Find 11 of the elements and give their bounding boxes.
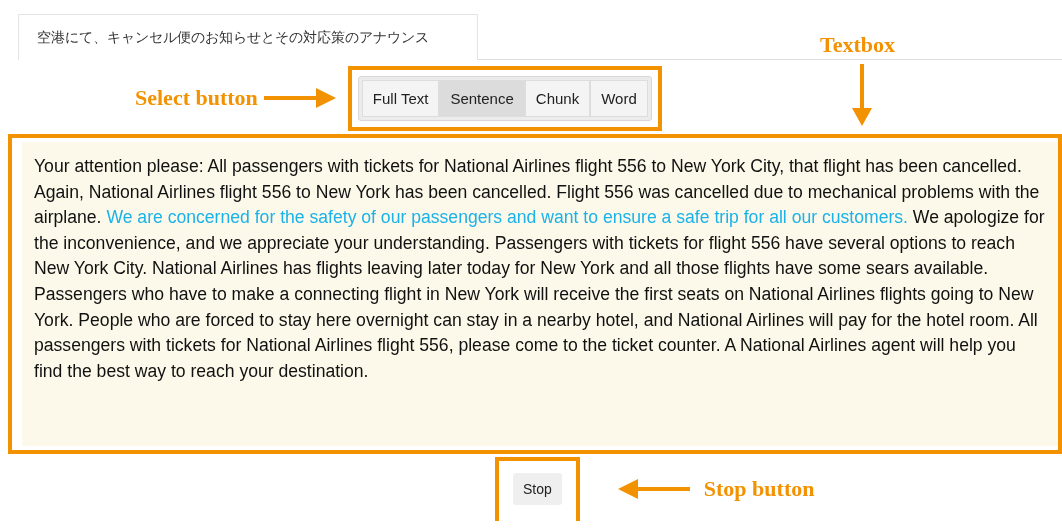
tab[interactable]: 空港にて、キャンセル便のお知らせとその対応策のアナウンス bbox=[18, 14, 478, 60]
annotation-label: Stop button bbox=[703, 476, 815, 502]
announcement-text: Your attention please: All passengers with tickets for National Airlines flight 556 to New York City, that flight has been cancelled. Again, National Airlines flight 556 to New York has been cancelled. Flight 556 was cancelled due to mechanical problems with the airplane. We are concerned for the safety of our passengers and want to ensure a safe trip for all our customers. We apologize for the inconvenience, and we appreciate your understanding. Passengers with tickets for flight 556 have several options to reach New York City. National Airlines has flights leaving later today for New York and all those flights have some sears available. Passengers who have to make a connecting flight in New York will receive the first seats on National Airlines flights going to New York. People who are forced to stay here overnight can stay in a nearby hotel, and National Airlines will pay for the hotel room. All passengers with tickets for National Airlines flight 556, please come to the ticket counter. A National Airlines agent will help you find the best way to reach your destination. bbox=[34, 155, 1046, 383]
mode-button[interactable]: Chunk bbox=[524, 79, 591, 117]
mode-button[interactable]: Word bbox=[590, 79, 648, 117]
annotation-arrow bbox=[852, 64, 872, 126]
annotation-label: Select button bbox=[135, 85, 258, 111]
annotation-label: Textbox bbox=[820, 32, 895, 58]
mode-button[interactable]: Sentence bbox=[439, 79, 525, 117]
mode-button[interactable]: Full Text bbox=[361, 79, 440, 117]
stop-button[interactable]: Stop bbox=[513, 473, 562, 505]
